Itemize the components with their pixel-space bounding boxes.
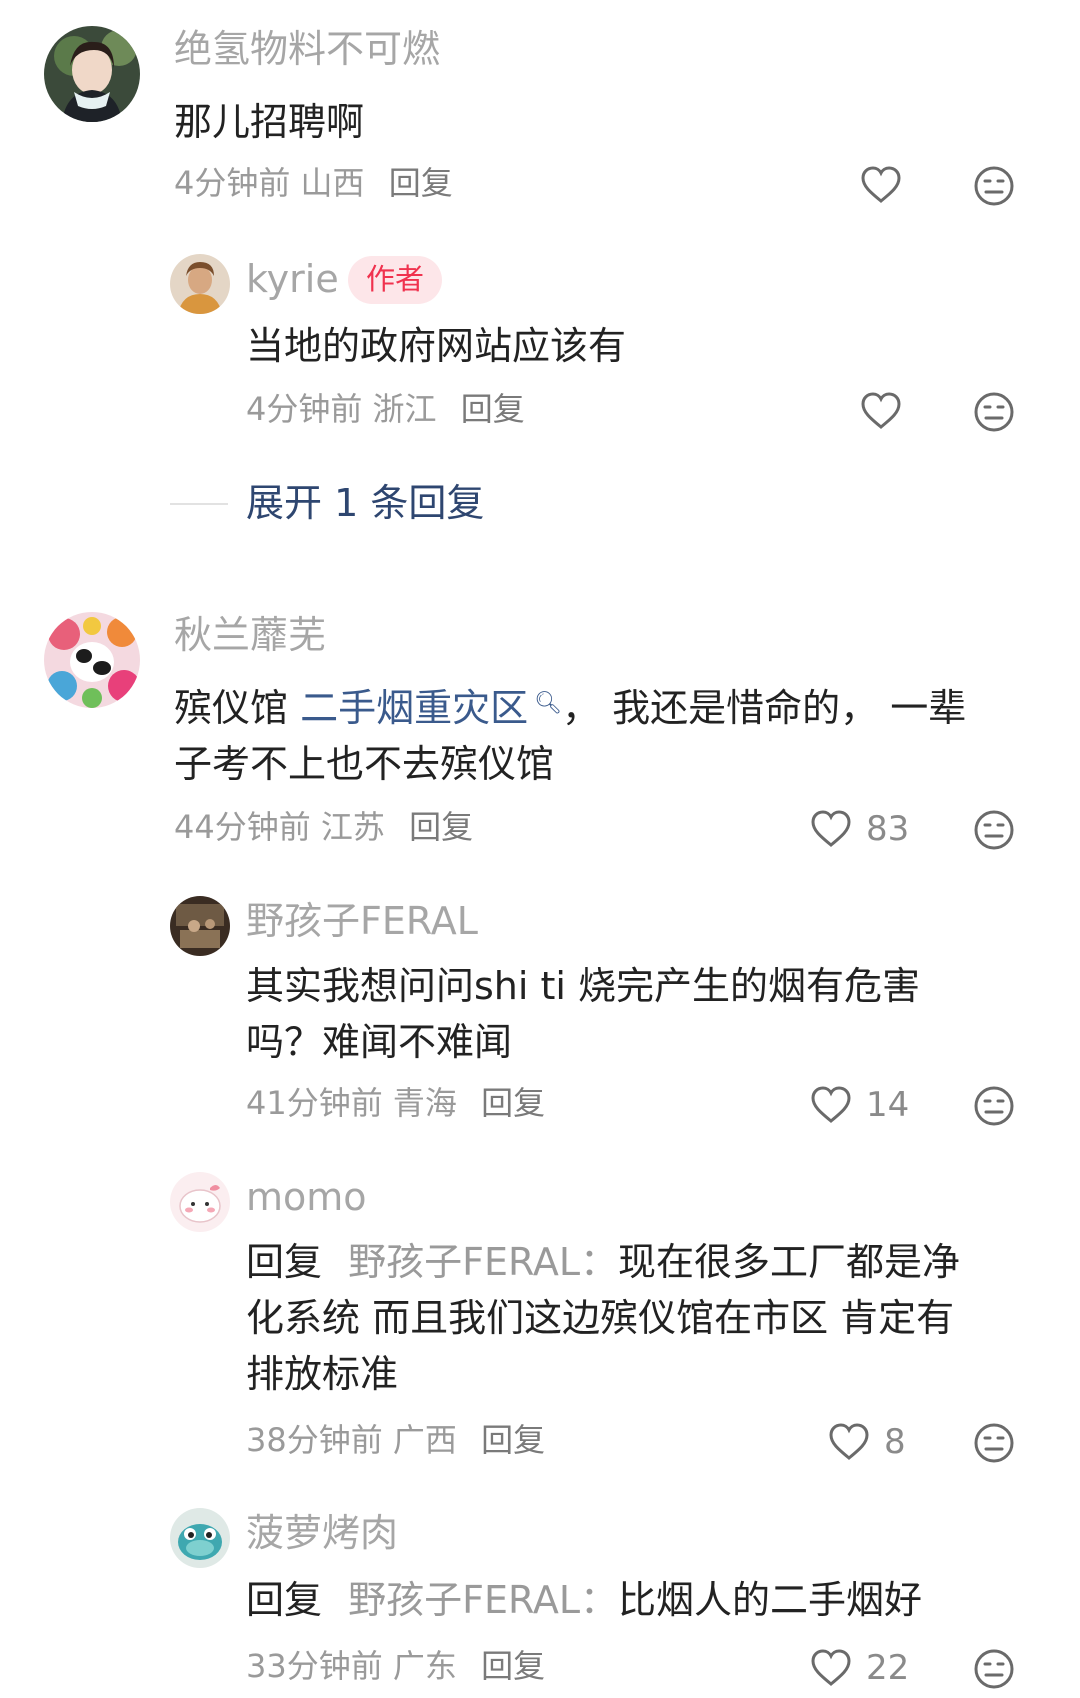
avatar[interactable] xyxy=(170,254,230,314)
heart-outline-icon xyxy=(861,392,901,429)
search-icon[interactable]: 🔍︎ xyxy=(534,691,562,716)
comment-text-line: 殡仪馆 二手烟重灾区 🔍︎， 我还是惜命的， 一辈 xyxy=(174,680,966,736)
comment-time: 4分钟前 xyxy=(174,164,291,202)
like-button[interactable] xyxy=(860,165,902,205)
reply-button[interactable]: 回复 xyxy=(389,164,453,202)
like-count: 8 xyxy=(884,1422,906,1462)
reply-username[interactable]: 野孩子FERAL xyxy=(246,898,478,944)
reply-text: 现在很多工厂都是净 xyxy=(618,1240,961,1284)
heart-outline-icon xyxy=(829,1423,869,1460)
reply-region: 广西 xyxy=(392,1421,457,1459)
comment-username[interactable]: 绝氢物料不可燃 xyxy=(174,26,440,72)
comment-region: 江苏 xyxy=(320,808,385,846)
avatar[interactable] xyxy=(170,896,230,956)
author-badge: 作者 xyxy=(348,256,443,304)
comment-time: 44分钟前 xyxy=(174,808,311,846)
heart-outline-icon xyxy=(861,166,901,203)
topic-link[interactable]: 二手烟重灾区 xyxy=(300,686,528,730)
reply-text-line: 化系统 而且我们这边殡仪馆在市区 肯定有 xyxy=(246,1296,955,1340)
like-button[interactable]: 8 xyxy=(828,1422,906,1462)
like-button[interactable] xyxy=(860,391,902,431)
reply-text-line: 回复 野孩子FERAL：比烟人的二手烟好 xyxy=(246,1572,922,1628)
reply-text-line: 排放标准 xyxy=(246,1352,399,1396)
avatar[interactable] xyxy=(170,1508,230,1568)
reply-text-line: 其实我想问问shi ti 烧完产生的烟有危害 xyxy=(246,964,921,1008)
reply-text: 比烟人的二手烟好 xyxy=(618,1578,923,1622)
heart-outline-icon xyxy=(811,810,851,847)
avatar[interactable] xyxy=(44,26,140,122)
reply-region: 浙江 xyxy=(372,390,437,428)
reply-region: 广东 xyxy=(392,1647,457,1685)
reply-button[interactable]: 回复 xyxy=(481,1084,545,1122)
comment-text-suffix: ， 我还是惜命的， 一辈 xyxy=(562,686,967,730)
neutral-face-icon[interactable] xyxy=(974,810,1014,850)
reply-meta: 33分钟前 广东 回复 xyxy=(246,1646,545,1686)
reply-text-line: 吗？难闻不难闻 xyxy=(246,1020,513,1064)
reply-time: 33分钟前 xyxy=(246,1647,383,1685)
expand-replies-button[interactable]: 展开 1 条回复 xyxy=(246,480,484,526)
heart-outline-icon xyxy=(811,1086,851,1123)
reply-time: 4分钟前 xyxy=(246,390,363,428)
like-count: 83 xyxy=(866,809,910,849)
comment-meta: 4分钟前 山西 回复 xyxy=(174,163,453,203)
reply-button[interactable]: 回复 xyxy=(461,390,525,428)
reply-button[interactable]: 回复 xyxy=(409,808,473,846)
reply-button[interactable]: 回复 xyxy=(481,1647,545,1685)
like-button[interactable]: 83 xyxy=(810,809,909,849)
comment-text-prefix: 殡仪馆 xyxy=(174,686,301,730)
avatar[interactable] xyxy=(170,1172,230,1232)
neutral-face-icon[interactable] xyxy=(974,392,1014,432)
reply-button[interactable]: 回复 xyxy=(481,1421,545,1459)
reply-username[interactable]: 菠萝烤肉 xyxy=(246,1510,398,1556)
mention-link[interactable]: 野孩子FERAL： xyxy=(348,1240,618,1284)
like-count: 22 xyxy=(866,1648,910,1688)
neutral-face-icon[interactable] xyxy=(974,1423,1014,1463)
comment-username[interactable]: 秋兰蘼芜 xyxy=(174,612,326,658)
reply-meta: 38分钟前 广西 回复 xyxy=(246,1420,545,1460)
like-count: 14 xyxy=(866,1085,910,1125)
neutral-face-icon[interactable] xyxy=(974,166,1014,206)
reply-text: 当地的政府网站应该有 xyxy=(246,324,627,368)
reply-region: 青海 xyxy=(392,1084,457,1122)
reply-prefix: 回复 xyxy=(246,1578,323,1622)
reply-username[interactable]: kyrie xyxy=(246,256,339,302)
avatar[interactable] xyxy=(44,612,140,708)
reply-time: 41分钟前 xyxy=(246,1084,383,1122)
reply-username[interactable]: momo xyxy=(246,1174,367,1220)
comment-meta: 44分钟前 江苏 回复 xyxy=(174,807,473,847)
mention-link[interactable]: 野孩子FERAL： xyxy=(348,1578,618,1622)
neutral-face-icon[interactable] xyxy=(974,1086,1014,1126)
reply-meta: 41分钟前 青海 回复 xyxy=(246,1083,545,1123)
expand-divider xyxy=(170,503,228,505)
comment-text-line: 子考不上也不去殡仪馆 xyxy=(174,742,555,786)
heart-outline-icon xyxy=(811,1649,851,1686)
like-button[interactable]: 22 xyxy=(810,1648,909,1688)
reply-time: 38分钟前 xyxy=(246,1421,383,1459)
reply-prefix: 回复 xyxy=(246,1240,323,1284)
reply-text-line: 回复 野孩子FERAL：现在很多工厂都是净 xyxy=(246,1234,960,1290)
neutral-face-icon[interactable] xyxy=(974,1649,1014,1689)
comment-region: 山西 xyxy=(300,164,365,202)
like-button[interactable]: 14 xyxy=(810,1085,909,1125)
comment-text: 那儿招聘啊 xyxy=(174,100,365,144)
reply-meta: 4分钟前 浙江 回复 xyxy=(246,389,525,429)
